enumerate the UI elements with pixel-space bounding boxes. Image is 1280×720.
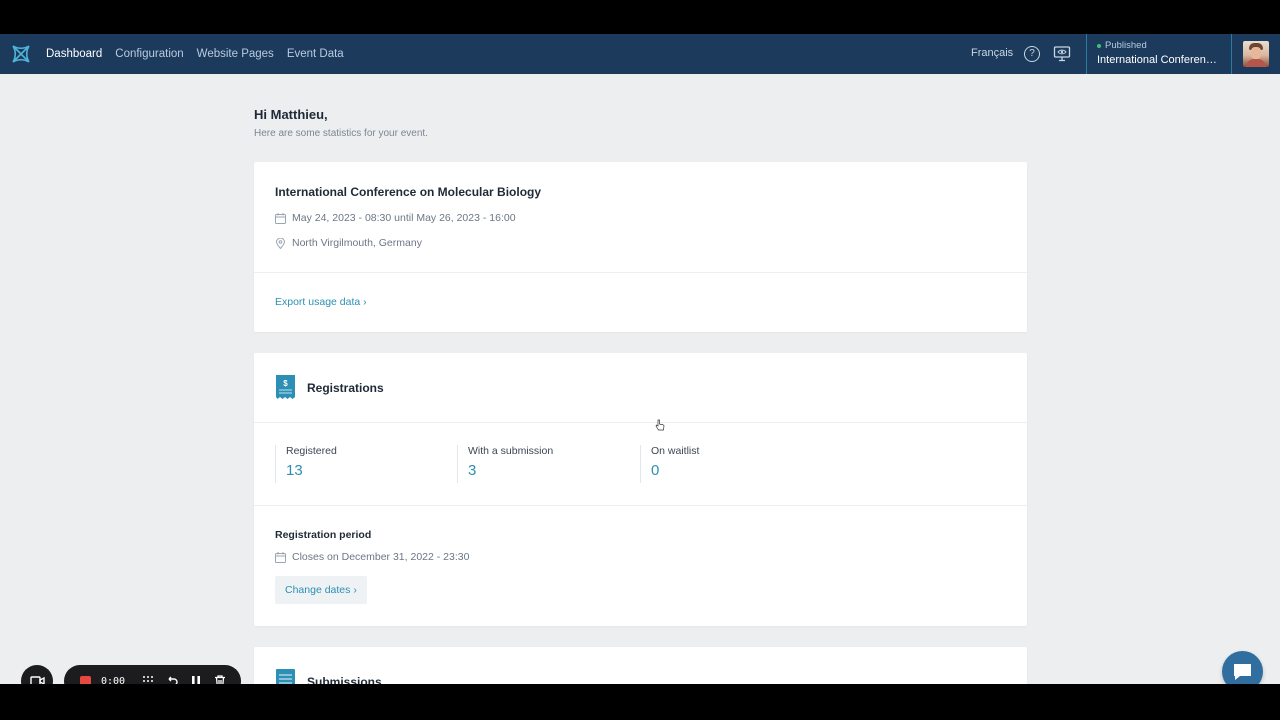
language-switch[interactable]: Français	[971, 47, 1013, 59]
chat-bubble-icon	[1234, 664, 1251, 680]
stop-recording-button[interactable]	[80, 675, 91, 684]
stat-with-submission[interactable]: With a submission 3	[457, 445, 627, 483]
event-dates: May 24, 2023 - 08:30 until May 26, 2023 …	[275, 212, 516, 224]
nav-item-website-pages[interactable]: Website Pages	[197, 48, 274, 60]
svg-text:$: $	[283, 379, 288, 388]
current-event-name: International Conference...	[1097, 54, 1221, 66]
export-usage-label: Export usage data	[275, 296, 361, 308]
stat-value: 0	[651, 462, 660, 479]
export-usage-link[interactable]: Export usage data ›	[275, 296, 367, 308]
submissions-title: Submissions	[307, 675, 382, 684]
status-dot-icon	[1097, 43, 1101, 48]
chevron-right-icon: ›	[353, 584, 357, 596]
stat-label: Registered	[286, 445, 337, 457]
preview-monitor-icon[interactable]	[1053, 45, 1071, 63]
letterbox-bottom	[0, 684, 1280, 720]
top-navbar: Dashboard Configuration Website Pages Ev…	[0, 34, 1280, 74]
location-pin-icon	[275, 237, 286, 249]
chat-support-button[interactable]	[1222, 651, 1263, 684]
hand-cursor-icon	[655, 419, 665, 431]
status-label: Published	[1105, 40, 1147, 51]
chevron-right-icon: ›	[363, 296, 367, 308]
published-status: Published	[1097, 40, 1225, 51]
event-title: International Conference on Molecular Bi…	[275, 185, 542, 199]
registration-period-title: Registration period	[275, 529, 372, 541]
calendar-icon	[275, 212, 286, 224]
event-status-selector[interactable]: Published International Conference...	[1097, 40, 1225, 66]
event-location: North Virgilmouth, Germany	[275, 237, 422, 249]
pause-icon[interactable]	[189, 674, 203, 684]
stat-label: With a submission	[468, 445, 554, 457]
stat-label: On waitlist	[651, 445, 700, 457]
registration-closes-text: Closes on December 31, 2022 - 23:30	[292, 551, 470, 563]
camera-toggle-button[interactable]	[21, 665, 53, 684]
main-nav: Dashboard Configuration Website Pages Ev…	[46, 34, 344, 74]
nav-item-dashboard[interactable]: Dashboard	[46, 48, 102, 60]
card-divider	[254, 505, 1027, 506]
greeting-subtitle: Here are some statistics for your event.	[254, 128, 428, 139]
app-window: Dashboard Configuration Website Pages Ev…	[0, 34, 1280, 684]
app-logo-icon[interactable]	[10, 43, 32, 65]
user-avatar[interactable]	[1243, 41, 1269, 67]
video-camera-icon	[30, 676, 45, 684]
submissions-card: Submissions	[254, 647, 1027, 684]
stat-value: 13	[286, 462, 303, 479]
registration-closes: Closes on December 31, 2022 - 23:30	[275, 551, 469, 563]
registrations-receipt-icon: $	[276, 375, 295, 399]
nav-item-configuration[interactable]: Configuration	[115, 48, 183, 60]
nav-divider	[1086, 34, 1087, 74]
event-summary-card: International Conference on Molecular Bi…	[254, 162, 1027, 332]
recording-toolbar: 0:00	[64, 665, 241, 684]
change-dates-label: Change dates	[285, 584, 351, 596]
event-dates-text: May 24, 2023 - 08:30 until May 26, 2023 …	[292, 212, 516, 224]
stat-registered[interactable]: Registered 13	[275, 445, 445, 483]
event-location-text: North Virgilmouth, Germany	[292, 237, 422, 249]
registrations-title: Registrations	[307, 381, 384, 395]
nav-divider	[1231, 34, 1232, 74]
stat-on-waitlist[interactable]: On waitlist 0	[640, 445, 810, 483]
card-divider	[254, 422, 1027, 423]
trash-icon[interactable]	[213, 674, 227, 684]
card-divider	[254, 272, 1027, 273]
undo-icon[interactable]	[165, 674, 179, 684]
recording-timer: 0:00	[101, 675, 126, 685]
help-icon[interactable]: ?	[1024, 46, 1040, 62]
calendar-icon	[275, 551, 286, 563]
submissions-document-icon	[276, 669, 295, 684]
change-dates-button[interactable]: Change dates ›	[275, 576, 367, 604]
grid-dots-icon[interactable]	[141, 674, 155, 684]
nav-item-event-data[interactable]: Event Data	[287, 48, 344, 60]
registrations-card: $ Registrations Registered 13 With a sub…	[254, 353, 1027, 626]
greeting-title: Hi Matthieu,	[254, 107, 328, 122]
stat-value: 3	[468, 462, 477, 479]
letterbox-top	[0, 0, 1280, 34]
